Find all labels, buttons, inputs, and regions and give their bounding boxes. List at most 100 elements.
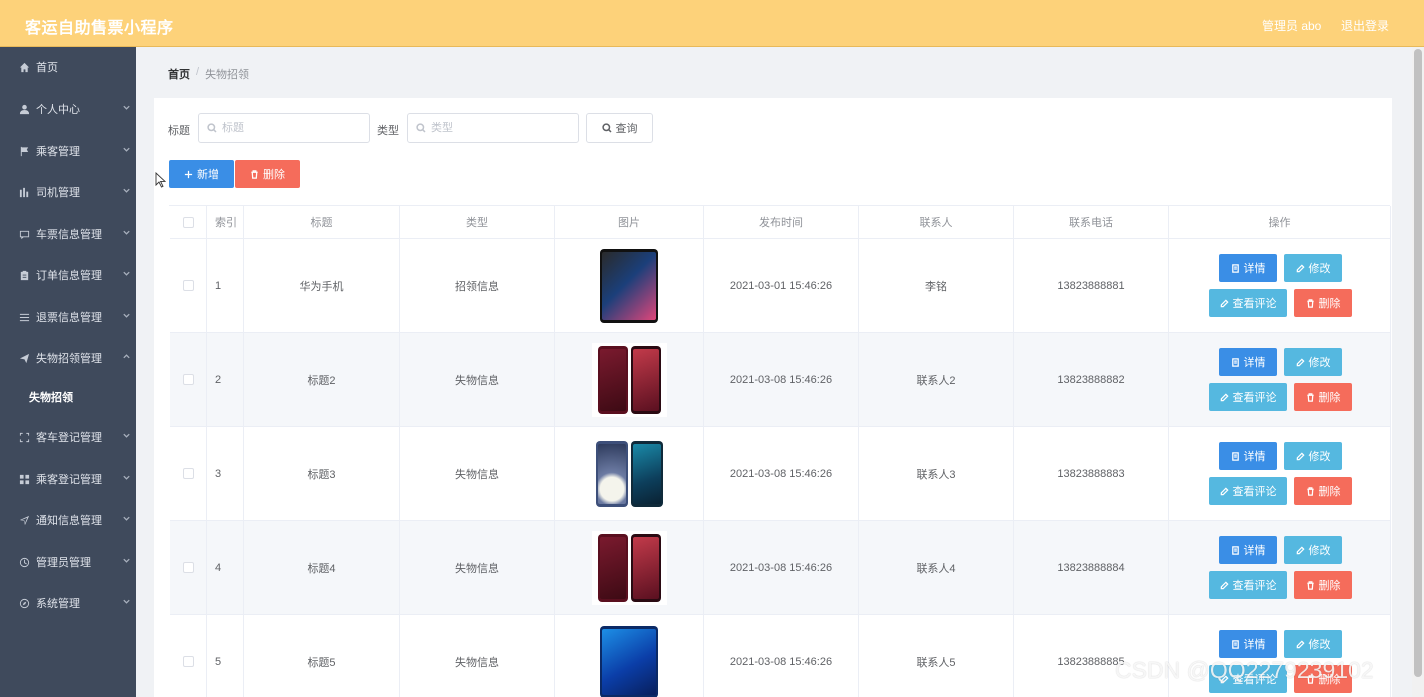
cell-phone: 13823888883 (1014, 427, 1169, 521)
clock-icon (18, 556, 30, 568)
detail-button-label: 详情 (1243, 357, 1266, 369)
detail-button[interactable]: 详情 (1219, 442, 1277, 470)
type-search-input[interactable] (431, 122, 561, 134)
sidebar-item-admins[interactable]: 管理员管理 (0, 542, 136, 582)
chat-icon (18, 228, 30, 240)
sidebar: 首页 个人中心 乘客管理 司机管理 车票信息管理 订单信息管理 退票信息管理 失… (0, 47, 136, 697)
type-search-field[interactable] (407, 113, 579, 143)
detail-button[interactable]: 详情 (1219, 536, 1277, 564)
cell-title: 标题4 (244, 521, 400, 615)
cell-contact: 联系人3 (859, 427, 1014, 521)
edit-icon (1220, 392, 1229, 401)
logout-link[interactable]: 退出登录 (1341, 17, 1389, 34)
chevron-down-icon (122, 311, 132, 321)
edit-icon (1220, 486, 1229, 495)
bulk-delete-button[interactable]: 删除 (235, 160, 300, 188)
trash-icon (1306, 580, 1314, 590)
view-comments-button[interactable]: 查看评论 (1209, 383, 1287, 411)
row-checkbox[interactable] (182, 468, 194, 479)
title-search-label: 标题 (168, 125, 190, 137)
black-phone-image[interactable] (600, 248, 658, 323)
select-all-checkbox[interactable] (182, 216, 194, 228)
title-search-field[interactable] (198, 113, 370, 143)
row-delete-button[interactable]: 删除 (1294, 383, 1352, 411)
edit-button[interactable]: 修改 (1284, 536, 1342, 564)
edit-button-label: 修改 (1308, 639, 1331, 651)
edit-button-label: 修改 (1308, 263, 1331, 275)
cell-image (555, 427, 704, 521)
trash-icon (1306, 486, 1314, 496)
clipboard-icon (18, 269, 30, 281)
sidebar-item-lost-found[interactable]: 失物招领管理 (0, 338, 136, 378)
search-icon (207, 123, 217, 133)
cell-phone: 13823888882 (1014, 333, 1169, 427)
view-comments-button-label: 查看评论 (1232, 392, 1277, 404)
view-comments-button[interactable]: 查看评论 (1209, 477, 1287, 505)
sidebar-item-system[interactable]: 系统管理 (0, 583, 136, 623)
view-comments-button[interactable]: 查看评论 (1209, 289, 1287, 317)
trash-icon (1306, 392, 1314, 402)
edit-button[interactable]: 修改 (1284, 630, 1342, 658)
cell-actions: 详情 修改 查看评论 删除 (1169, 427, 1391, 521)
edit-button[interactable]: 修改 (1284, 348, 1342, 376)
detail-button[interactable]: 详情 (1219, 254, 1277, 282)
edit-icon (1296, 357, 1305, 366)
cell-type: 失物信息 (400, 333, 555, 427)
sidebar-item-refunds[interactable]: 退票信息管理 (0, 297, 136, 337)
cell-image (555, 239, 704, 333)
detail-button[interactable]: 详情 (1219, 630, 1277, 658)
breadcrumb-current: 失物招领 (205, 69, 250, 81)
row-checkbox[interactable] (182, 280, 194, 291)
sidebar-item-tickets[interactable]: 车票信息管理 (0, 214, 136, 254)
sidebar-item-passengers[interactable]: 乘客管理 (0, 131, 136, 171)
red-phone-image[interactable] (591, 530, 667, 605)
detail-button[interactable]: 详情 (1219, 348, 1277, 376)
chevron-down-icon (122, 514, 132, 524)
sidebar-item-home[interactable]: 首页 (0, 47, 136, 87)
sidebar-item-drivers[interactable]: 司机管理 (0, 172, 136, 212)
row-delete-button-label: 删除 (1318, 580, 1341, 592)
breadcrumb-bar: 首页 / 失物招领 (152, 47, 1410, 97)
scrollbar-thumb[interactable] (1414, 49, 1422, 677)
chevron-down-icon (122, 597, 132, 607)
page-scrollbar[interactable] (1412, 47, 1424, 697)
home-icon (18, 61, 30, 73)
view-comments-button[interactable]: 查看评论 (1209, 571, 1287, 599)
cell-type: 招领信息 (400, 239, 555, 333)
sidebar-item-passenger-registration[interactable]: 乘客登记管理 (0, 459, 136, 499)
floral-phones-image[interactable] (593, 436, 665, 511)
sidebar-item-notices[interactable]: 通知信息管理 (0, 500, 136, 540)
query-button[interactable]: 查询 (586, 113, 653, 143)
row-select-cell (170, 521, 207, 615)
sidebar-item-label: 个人中心 (36, 104, 80, 116)
row-delete-button[interactable]: 删除 (1294, 571, 1352, 599)
sidebar-item-label: 客车登记管理 (36, 432, 102, 444)
edit-button[interactable]: 修改 (1284, 442, 1342, 470)
sidebar-item-profile[interactable]: 个人中心 (0, 89, 136, 129)
title-search-input[interactable] (222, 122, 352, 134)
detail-button-label: 详情 (1243, 545, 1266, 557)
trash-icon (251, 169, 258, 179)
blue-phone-image[interactable] (600, 624, 658, 697)
add-button[interactable]: 新增 (169, 160, 234, 188)
cell-index: 5 (207, 615, 244, 697)
sidebar-item-label: 首页 (36, 62, 58, 74)
sidebar-item-bus-registration[interactable]: 客车登记管理 (0, 417, 136, 457)
row-delete-button[interactable]: 删除 (1294, 477, 1352, 505)
breadcrumb-home[interactable]: 首页 (168, 66, 190, 82)
cell-type: 失物信息 (400, 615, 555, 697)
red-phone-image[interactable] (591, 342, 667, 417)
edit-button[interactable]: 修改 (1284, 254, 1342, 282)
row-checkbox[interactable] (182, 374, 194, 385)
search-icon (601, 123, 612, 133)
column-header-image: 图片 (555, 206, 704, 239)
cell-contact: 联系人5 (859, 615, 1014, 697)
sidebar-item-orders[interactable]: 订单信息管理 (0, 255, 136, 295)
document-icon (1231, 357, 1239, 367)
navigation-icon (18, 514, 30, 526)
sidebar-subitem-lost-found[interactable]: 失物招领 (0, 379, 136, 415)
row-checkbox[interactable] (182, 562, 194, 573)
row-delete-button[interactable]: 删除 (1294, 289, 1352, 317)
query-button-label: 查询 (615, 123, 638, 135)
row-checkbox[interactable] (182, 656, 194, 667)
